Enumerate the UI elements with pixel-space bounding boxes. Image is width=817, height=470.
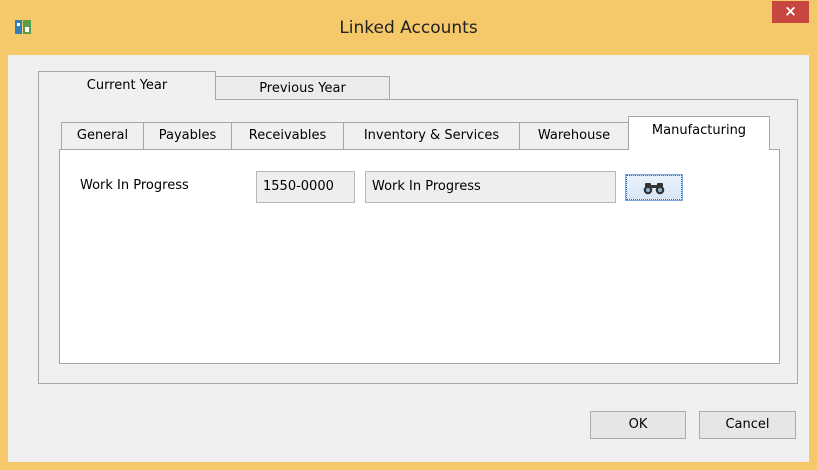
work-in-progress-label: Work In Progress <box>80 178 189 193</box>
linked-accounts-window: Linked Accounts × Current Year Previous … <box>0 0 817 470</box>
ok-button[interactable]: OK <box>590 411 686 439</box>
window-title: Linked Accounts <box>339 18 478 38</box>
close-button[interactable]: × <box>772 1 809 23</box>
tab-previous-year[interactable]: Previous Year <box>215 76 390 99</box>
title-bar[interactable]: Linked Accounts × <box>0 0 817 55</box>
tab-warehouse[interactable]: Warehouse <box>519 122 629 149</box>
binoculars-icon <box>643 183 665 195</box>
cancel-button[interactable]: Cancel <box>699 411 796 439</box>
account-name-field: Work In Progress <box>365 171 616 203</box>
tab-payables[interactable]: Payables <box>143 122 232 149</box>
dialog-body: Current Year Previous Year General Payab… <box>8 55 809 462</box>
tab-inventory-services[interactable]: Inventory & Services <box>343 122 520 149</box>
tab-receivables[interactable]: Receivables <box>231 122 344 149</box>
account-lookup-button[interactable] <box>625 174 683 201</box>
tab-general[interactable]: General <box>61 122 144 149</box>
account-number-field[interactable]: 1550-0000 <box>256 171 355 203</box>
tab-manufacturing[interactable]: Manufacturing <box>628 116 770 150</box>
tab-current-year[interactable]: Current Year <box>38 71 216 100</box>
